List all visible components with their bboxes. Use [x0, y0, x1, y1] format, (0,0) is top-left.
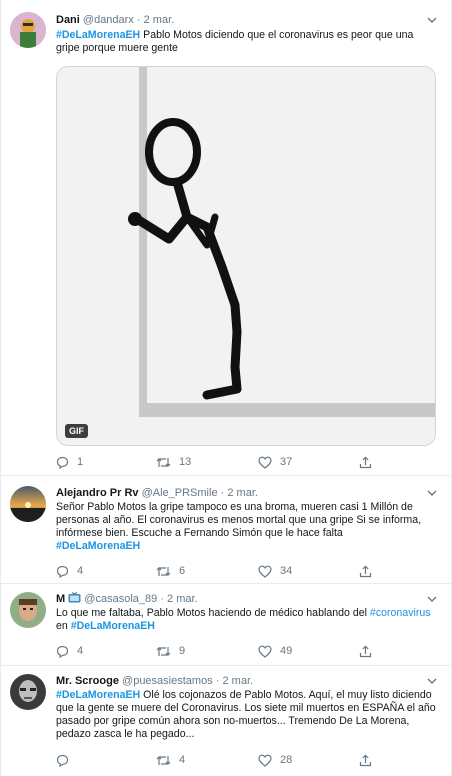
- tweet-actions: 4 6 34: [56, 563, 386, 579]
- reply-count: 1: [77, 456, 84, 468]
- hashtag-link[interactable]: #DeLaMorenaEH: [71, 620, 155, 632]
- like-button[interactable]: 28: [258, 752, 292, 768]
- tweet-text: #DeLaMorenaEH Olé los cojonazos de Pablo…: [56, 689, 437, 741]
- tweet-text: Señor Pablo Motos la gripe tampoco es un…: [56, 501, 437, 553]
- separator-dot: ·: [215, 675, 220, 687]
- user-handle[interactable]: @Ale_PRSmile: [142, 487, 218, 499]
- retweet-count: 4: [179, 754, 186, 766]
- reply-count: 4: [77, 565, 84, 577]
- stick-figure-drawing: [57, 67, 435, 445]
- hashtag-link[interactable]: #DeLaMorenaEH: [56, 540, 140, 552]
- retweet-icon: [156, 646, 171, 656]
- reply-button[interactable]: [56, 752, 69, 768]
- avatar[interactable]: [10, 486, 46, 522]
- separator-dot: ·: [220, 487, 225, 499]
- tweet[interactable]: Dani @dandarx · 2 mar. #DeLaMorenaEH Pab…: [1, 0, 451, 476]
- share-icon: [359, 455, 372, 468]
- reply-icon: [56, 565, 69, 578]
- hashtag-link[interactable]: #DeLaMorenaEH: [56, 29, 140, 41]
- reply-button[interactable]: 1: [56, 454, 83, 470]
- like-count: 37: [280, 456, 293, 468]
- reply-icon: [56, 456, 69, 469]
- retweet-button[interactable]: 13: [156, 454, 191, 470]
- timestamp[interactable]: 2 mar.: [222, 675, 253, 687]
- gif-media[interactable]: GIF: [56, 66, 436, 446]
- retweet-count: 13: [179, 456, 192, 468]
- gif-badge: GIF: [65, 424, 88, 438]
- reply-button[interactable]: 4: [56, 563, 83, 579]
- retweet-count: 9: [179, 645, 186, 657]
- share-icon: [359, 753, 372, 766]
- tweet-text: Lo que me faltaba, Pablo Motos haciendo …: [56, 607, 437, 633]
- share-button[interactable]: [359, 643, 372, 659]
- retweet-icon: [156, 457, 171, 467]
- chevron-down-icon[interactable]: [427, 595, 437, 603]
- chevron-down-icon[interactable]: [427, 489, 437, 497]
- avatar[interactable]: [10, 592, 46, 628]
- share-button[interactable]: [359, 752, 372, 768]
- tweet-header: Alejandro Pr Rv @Ale_PRSmile · 2 mar.: [56, 486, 437, 500]
- timestamp[interactable]: 2 mar.: [167, 593, 198, 605]
- avatar[interactable]: [10, 674, 46, 710]
- tweet-actions: 4 9 49: [56, 643, 386, 659]
- retweet-button[interactable]: 6: [156, 563, 185, 579]
- user-handle[interactable]: @dandarx: [83, 14, 134, 26]
- timestamp[interactable]: 2 mar.: [144, 14, 175, 26]
- heart-icon: [258, 565, 272, 578]
- separator-dot: ·: [136, 14, 141, 26]
- like-count: 34: [280, 565, 293, 577]
- chevron-down-icon[interactable]: [427, 16, 437, 24]
- display-name[interactable]: Mr. Scrooge: [56, 675, 119, 687]
- retweet-icon: [156, 755, 171, 765]
- tweet-header: Mr. Scrooge @puesasiestamos · 2 mar.: [56, 674, 437, 688]
- reply-icon: [56, 754, 69, 767]
- display-name[interactable]: M: [56, 593, 65, 605]
- display-name[interactable]: Alejandro Pr Rv: [56, 487, 139, 499]
- share-icon: [359, 564, 372, 577]
- tv-icon: [68, 592, 81, 603]
- heart-icon: [258, 456, 272, 469]
- display-name[interactable]: Dani: [56, 14, 80, 26]
- tweet[interactable]: Mr. Scrooge @puesasiestamos · 2 mar. #De…: [1, 666, 451, 776]
- like-count: 28: [280, 754, 293, 766]
- tweet-body: Señor Pablo Motos la gripe tampoco es un…: [56, 501, 422, 539]
- reply-button[interactable]: 4: [56, 643, 83, 659]
- tweet-header: Dani @dandarx · 2 mar.: [56, 13, 437, 27]
- heart-icon: [258, 645, 272, 658]
- heart-icon: [258, 754, 272, 767]
- hashtag-link[interactable]: #coronavirus: [370, 607, 431, 619]
- share-button[interactable]: [359, 563, 372, 579]
- retweet-button[interactable]: 4: [156, 752, 185, 768]
- tweet-body-connector: en: [56, 620, 71, 632]
- like-button[interactable]: 49: [258, 643, 292, 659]
- tweet-body: Lo que me faltaba, Pablo Motos haciendo …: [56, 607, 370, 619]
- like-count: 49: [280, 645, 293, 657]
- tweet[interactable]: M @casasola_89 · 2 mar. Lo que me faltab…: [1, 584, 451, 666]
- retweet-icon: [156, 566, 171, 576]
- retweet-count: 6: [179, 565, 186, 577]
- chevron-down-icon[interactable]: [427, 677, 437, 685]
- user-handle[interactable]: @casasola_89: [84, 593, 157, 605]
- tweet-actions: 4 28: [56, 752, 386, 768]
- hashtag-link[interactable]: #DeLaMorenaEH: [56, 689, 140, 701]
- separator-dot: ·: [160, 593, 164, 605]
- avatar[interactable]: [10, 12, 46, 48]
- timestamp[interactable]: 2 mar.: [227, 487, 258, 499]
- share-icon: [359, 644, 372, 657]
- reply-count: 4: [77, 645, 84, 657]
- like-button[interactable]: 34: [258, 563, 292, 579]
- like-button[interactable]: 37: [258, 454, 292, 470]
- share-button[interactable]: [359, 454, 372, 470]
- retweet-button[interactable]: 9: [156, 643, 185, 659]
- timeline: Dani @dandarx · 2 mar. #DeLaMorenaEH Pab…: [0, 0, 452, 776]
- tweet[interactable]: Alejandro Pr Rv @Ale_PRSmile · 2 mar. Se…: [1, 476, 451, 584]
- tweet-header: M @casasola_89 · 2 mar.: [56, 592, 437, 606]
- user-handle[interactable]: @puesasiestamos: [122, 675, 213, 687]
- reply-icon: [56, 645, 69, 658]
- tweet-actions: 1 13 37: [56, 454, 386, 470]
- tweet-text: #DeLaMorenaEH Pablo Motos diciendo que e…: [56, 29, 437, 55]
